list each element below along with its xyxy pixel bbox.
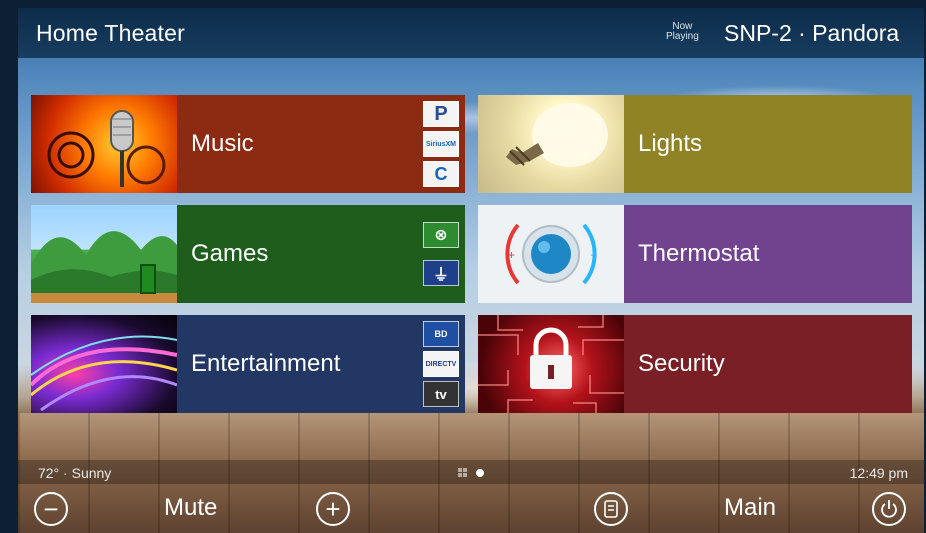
tile-thermostat-label: Thermostat <box>638 240 760 267</box>
thermostat-dial-icon: + − <box>505 223 597 285</box>
volume-up-button[interactable]: + <box>316 492 350 526</box>
volume-down-button[interactable]: − <box>34 492 68 526</box>
tile-security[interactable]: Security <box>478 315 912 413</box>
blu-ray-icon[interactable]: BD <box>423 321 459 347</box>
games-label-area: Games ⊗ ⏚ <box>177 205 465 303</box>
tile-music-label: Music <box>191 130 254 157</box>
tile-games-label: Games <box>191 240 269 267</box>
security-label-area: Security <box>624 315 912 413</box>
lights-thumbnail <box>478 95 624 193</box>
thermostat-label-area: Thermostat <box>624 205 912 303</box>
tile-games[interactable]: Games ⊗ ⏚ <box>31 205 465 303</box>
weather-readout: 72° · Sunny <box>38 465 112 481</box>
tile-entertainment[interactable]: Entertainment BD DIRECTV tv <box>31 315 465 413</box>
bottom-control-bar: − Mute + Main <box>18 485 924 533</box>
remote-icon <box>604 500 618 518</box>
padlock-icon <box>478 315 624 413</box>
plus-icon: + <box>325 494 341 524</box>
mute-button[interactable]: Mute <box>164 494 217 522</box>
entertainment-label-area: Entertainment BD DIRECTV tv <box>177 315 465 413</box>
power-button[interactable] <box>872 492 906 526</box>
microphone-icon <box>47 110 166 187</box>
music-label-area: Music P SiriusXM C <box>177 95 465 193</box>
home-theater-screen: Home Theater Now Playing SNP-2 · Pandora… <box>18 8 924 533</box>
entertainment-source-badges: BD DIRECTV tv <box>423 319 459 409</box>
crackle-icon[interactable]: C <box>423 161 459 187</box>
thermostat-thumbnail: + − <box>478 205 624 303</box>
light-swirl-icon <box>31 335 177 412</box>
tile-thermostat[interactable]: + − Thermostat <box>478 205 912 303</box>
games-thumbnail <box>31 205 177 303</box>
music-thumbnail <box>31 95 177 193</box>
clock: 12:49 pm <box>849 465 908 481</box>
main-button[interactable]: Main <box>724 494 776 522</box>
remote-button[interactable] <box>594 492 628 526</box>
power-icon <box>881 500 897 518</box>
directv-icon[interactable]: DIRECTV <box>423 351 459 377</box>
grid-page-icon[interactable] <box>458 468 468 477</box>
security-thumbnail <box>478 315 624 413</box>
status-bar: 72° · Sunny 12:49 pm <box>18 460 924 484</box>
light-bulb-icon <box>506 103 608 167</box>
thermostat-plus-mark: + <box>508 248 515 262</box>
now-playing-label[interactable]: Now Playing <box>666 22 699 42</box>
tile-lights-label: Lights <box>638 130 703 157</box>
tile-entertainment-label: Entertainment <box>191 350 341 377</box>
tile-lights[interactable]: Lights <box>478 95 912 193</box>
xbox-icon[interactable]: ⊗ <box>423 221 459 248</box>
page-indicator[interactable] <box>458 468 484 477</box>
music-source-badges: P SiriusXM C <box>423 99 459 189</box>
now-playing-source[interactable]: SNP-2 · Pandora <box>724 20 899 47</box>
entertainment-thumbnail <box>31 315 177 413</box>
top-bar: Home Theater Now Playing SNP-2 · Pandora <box>18 8 924 58</box>
now-playing-label-line-2: Playing <box>666 31 699 42</box>
tile-security-label: Security <box>638 350 725 377</box>
page-title: Home Theater <box>36 20 185 46</box>
current-page-dot[interactable] <box>476 468 484 477</box>
tile-music[interactable]: Music P SiriusXM C <box>31 95 465 193</box>
game-landscape-icon <box>31 231 177 303</box>
thermostat-minus-mark: − <box>590 248 597 262</box>
games-console-badges: ⊗ ⏚ <box>423 209 459 299</box>
pandora-icon[interactable]: P <box>423 101 459 127</box>
apple-tv-icon[interactable]: tv <box>423 381 459 407</box>
siriusxm-icon[interactable]: SiriusXM <box>423 131 459 157</box>
playstation-icon[interactable]: ⏚ <box>423 260 459 287</box>
minus-icon: − <box>43 494 59 524</box>
lights-label-area: Lights <box>624 95 912 193</box>
